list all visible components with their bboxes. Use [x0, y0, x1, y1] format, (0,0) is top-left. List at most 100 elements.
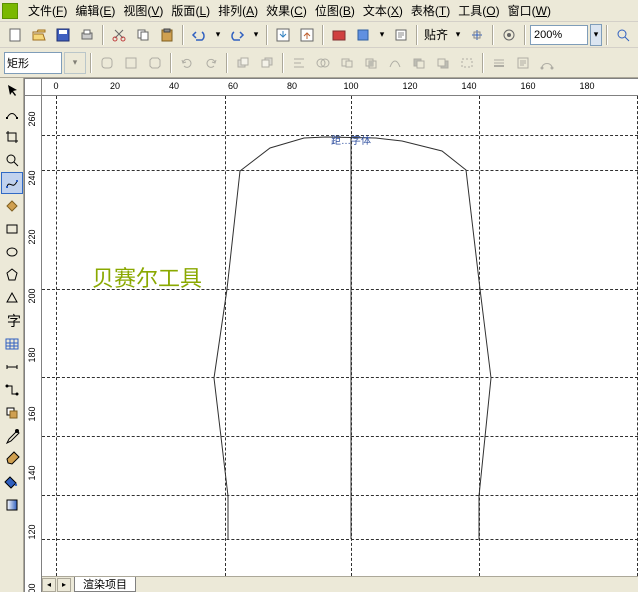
shape-dropdown-icon[interactable]: ▾: [64, 52, 86, 74]
menu-effects[interactable]: 效果(C): [262, 0, 311, 21]
separator: [416, 25, 418, 45]
pick-tool-icon[interactable]: [1, 80, 23, 102]
menu-file[interactable]: 文件(F): [24, 0, 71, 21]
polygon-tool-icon[interactable]: [1, 264, 23, 286]
redo-icon[interactable]: [226, 24, 248, 46]
menu-view[interactable]: 视图(V): [119, 0, 167, 21]
menu-window[interactable]: 窗口(W): [504, 0, 555, 21]
dimension-tool-icon[interactable]: [1, 356, 23, 378]
snap-dropdown-icon[interactable]: ▾: [452, 24, 464, 46]
ellipse-tool-icon[interactable]: [1, 241, 23, 263]
convert-curve-icon[interactable]: [536, 52, 558, 74]
interactive-fill-tool-icon[interactable]: [1, 494, 23, 516]
redo-dropdown-icon[interactable]: ▾: [250, 24, 262, 46]
snap-label: 贴齐: [422, 26, 450, 43]
zoom-dropdown-icon[interactable]: ▾: [590, 24, 602, 46]
shape-type-select[interactable]: [4, 52, 62, 74]
text-tool-icon[interactable]: 字: [1, 310, 23, 332]
menu-bitmap[interactable]: 位图(B): [311, 0, 359, 21]
separator: [482, 53, 484, 73]
menu-tools[interactable]: 工具(O): [454, 0, 503, 21]
zoom-input[interactable]: [530, 25, 588, 45]
save-icon[interactable]: [52, 24, 74, 46]
separator: [266, 25, 268, 45]
separator: [282, 53, 284, 73]
app-icon: [2, 3, 18, 19]
front-minus-icon[interactable]: [408, 52, 430, 74]
connector-tool-icon[interactable]: [1, 379, 23, 401]
align-icon[interactable]: [288, 52, 310, 74]
rectangle-tool-icon[interactable]: [1, 218, 23, 240]
workspace: 字 0 20 40 60 80 100 120 140 160 180 200 …: [0, 78, 638, 592]
property-bar: ▾: [0, 48, 638, 78]
annotation-text: 贝赛尔工具: [92, 261, 202, 293]
page-next-icon[interactable]: ▸: [57, 578, 71, 592]
ruler-horizontal[interactable]: 0 20 40 60 80 100 120 140 160 180 200: [42, 78, 638, 96]
shape-tool-icon[interactable]: [1, 103, 23, 125]
welcome-icon[interactable]: [390, 24, 412, 46]
menu-layout[interactable]: 版面(L): [167, 0, 214, 21]
toolbox: 字: [0, 78, 24, 592]
separator: [606, 25, 608, 45]
to-back-icon[interactable]: [256, 52, 278, 74]
fill-tool-icon[interactable]: [1, 471, 23, 493]
page-tab-bar: ◂ ▸ 渲染项目: [42, 576, 638, 592]
snap-options-icon[interactable]: [466, 24, 488, 46]
new-icon[interactable]: [4, 24, 26, 46]
menu-arrange[interactable]: 排列(A): [214, 0, 262, 21]
zoom-tool-icon[interactable]: [1, 149, 23, 171]
simplify-icon[interactable]: [384, 52, 406, 74]
export-icon[interactable]: [296, 24, 318, 46]
chamfer-corner-icon[interactable]: [144, 52, 166, 74]
rotate-cw-icon[interactable]: [200, 52, 222, 74]
undo-dropdown-icon[interactable]: ▾: [212, 24, 224, 46]
separator: [182, 25, 184, 45]
cut-icon[interactable]: [108, 24, 130, 46]
outline-width-icon[interactable]: [488, 52, 510, 74]
copy-icon[interactable]: [132, 24, 154, 46]
weld-icon[interactable]: [312, 52, 334, 74]
separator: [102, 25, 104, 45]
publish-icon[interactable]: [328, 24, 350, 46]
menu-table[interactable]: 表格(T): [407, 0, 454, 21]
page-tab[interactable]: 渲染项目: [74, 577, 136, 592]
menu-text[interactable]: 文本(X): [359, 0, 407, 21]
freehand-tool-icon[interactable]: [1, 172, 23, 194]
print-icon[interactable]: [76, 24, 98, 46]
import-icon[interactable]: [272, 24, 294, 46]
rotate-ccw-icon[interactable]: [176, 52, 198, 74]
scallop-corner-icon[interactable]: [120, 52, 142, 74]
separator: [524, 25, 526, 45]
ruler-origin[interactable]: [24, 78, 42, 96]
eyedropper-tool-icon[interactable]: [1, 425, 23, 447]
canvas-frame: 0 20 40 60 80 100 120 140 160 180 200 26…: [24, 78, 638, 592]
open-icon[interactable]: [28, 24, 50, 46]
undo-icon[interactable]: [188, 24, 210, 46]
canvas[interactable]: 距…字体 贝赛尔工具: [42, 96, 638, 576]
menu-edit[interactable]: 编辑(E): [71, 0, 119, 21]
basic-shapes-tool-icon[interactable]: [1, 287, 23, 309]
crop-tool-icon[interactable]: [1, 126, 23, 148]
boundary-icon[interactable]: [456, 52, 478, 74]
options-icon[interactable]: [498, 24, 520, 46]
smartfill-tool-icon[interactable]: [1, 195, 23, 217]
to-front-icon[interactable]: [232, 52, 254, 74]
drawn-path[interactable]: [42, 96, 638, 576]
outline-tool-icon[interactable]: [1, 448, 23, 470]
launch-dropdown-icon[interactable]: ▾: [376, 24, 388, 46]
search-icon[interactable]: [612, 24, 634, 46]
wrap-paragraph-icon[interactable]: [512, 52, 534, 74]
back-minus-icon[interactable]: [432, 52, 454, 74]
separator: [492, 25, 494, 45]
ruler-vertical[interactable]: 260 240 220 200 180 160 140 120 100: [24, 96, 42, 592]
round-corner-icon[interactable]: [96, 52, 118, 74]
app-launch-icon[interactable]: [352, 24, 374, 46]
page-prev-icon[interactable]: ◂: [42, 578, 56, 592]
svg-text:字: 字: [7, 314, 20, 329]
effects-tool-icon[interactable]: [1, 402, 23, 424]
intersect-icon[interactable]: [360, 52, 382, 74]
separator: [226, 53, 228, 73]
paste-icon[interactable]: [156, 24, 178, 46]
trim-icon[interactable]: [336, 52, 358, 74]
table-tool-icon[interactable]: [1, 333, 23, 355]
